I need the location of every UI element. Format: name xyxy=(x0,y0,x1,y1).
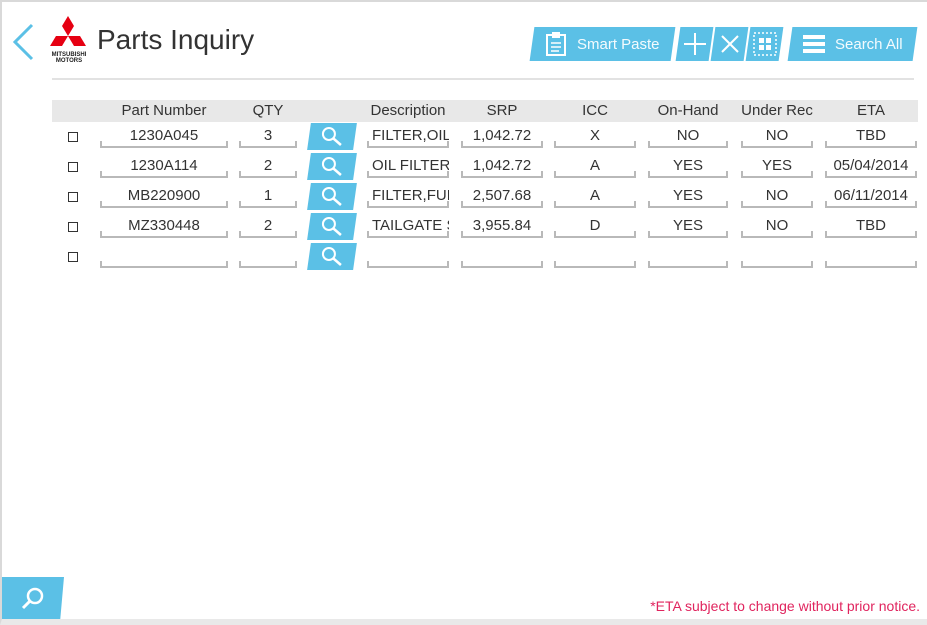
app-frame xyxy=(0,0,927,625)
smart-paste-label: Smart Paste xyxy=(577,35,660,53)
on-hand-field: YES xyxy=(648,156,728,178)
eta-field xyxy=(825,246,917,268)
srp-field: 1,042.72 xyxy=(461,156,543,178)
icc-field: D xyxy=(554,216,636,238)
row-checkbox[interactable] xyxy=(68,252,78,262)
icc-field: X xyxy=(554,126,636,148)
eta-field: 05/04/2014 xyxy=(825,156,917,178)
row-checkbox[interactable] xyxy=(68,222,78,232)
icc-field xyxy=(554,246,636,268)
list-icon xyxy=(802,35,825,53)
column-header-part-number: Part Number xyxy=(121,102,207,119)
row-lookup-button[interactable] xyxy=(307,213,357,240)
row-lookup-button[interactable] xyxy=(307,153,357,180)
srp-field: 2,507.68 xyxy=(461,186,543,208)
qty-field[interactable]: 2 xyxy=(239,216,297,238)
smart-paste-button[interactable]: Smart Paste xyxy=(529,27,676,61)
search-fab-button[interactable] xyxy=(2,577,64,619)
part-number-field[interactable]: MZ330448 xyxy=(100,216,228,238)
clipboard-icon xyxy=(546,32,567,56)
row-lookup-button[interactable] xyxy=(307,123,357,150)
row-lookup-button[interactable] xyxy=(307,243,357,270)
column-header-qty: QTY xyxy=(252,102,284,119)
row-checkbox[interactable] xyxy=(68,132,78,142)
search-icon xyxy=(322,156,342,176)
qty-field[interactable]: 2 xyxy=(239,156,297,178)
part-number-field[interactable]: 1230A045 xyxy=(100,126,228,148)
back-button[interactable] xyxy=(10,22,38,62)
grid-view-button[interactable] xyxy=(745,27,784,61)
on-hand-field xyxy=(648,246,728,268)
grid-icon xyxy=(752,32,777,56)
search-icon xyxy=(322,126,342,146)
eta-footnote: *ETA subject to change without prior not… xyxy=(650,598,920,614)
icc-field: A xyxy=(554,156,636,178)
description-field xyxy=(367,246,449,268)
qty-field[interactable]: 1 xyxy=(239,186,297,208)
part-number-field[interactable]: MB220900 xyxy=(100,186,228,208)
column-header-srp: SRP xyxy=(486,102,518,119)
search-icon xyxy=(322,186,342,206)
chevron-left-icon xyxy=(12,23,34,61)
part-number-field[interactable]: 1230A114 xyxy=(100,156,228,178)
row-checkbox[interactable] xyxy=(68,192,78,202)
description-field: OIL FILTER xyxy=(367,156,449,178)
under-rec-field: NO xyxy=(741,186,813,208)
logo-text: MITSUBISHI MOTORS xyxy=(51,52,87,64)
row-checkbox[interactable] xyxy=(68,162,78,172)
column-header-icc: ICC xyxy=(582,102,608,119)
row-lookup-button[interactable] xyxy=(307,183,357,210)
plus-icon xyxy=(683,33,706,55)
description-field: FILTER,OIL xyxy=(367,126,449,148)
on-hand-field: YES xyxy=(648,186,728,208)
description-field: FILTER,FUEL xyxy=(367,186,449,208)
under-rec-field: YES xyxy=(741,156,813,178)
add-row-button[interactable] xyxy=(675,27,714,61)
description-field: TAILGATE S xyxy=(367,216,449,238)
qty-field[interactable] xyxy=(239,246,297,268)
column-header-description: Description xyxy=(370,102,446,119)
on-hand-field: YES xyxy=(648,216,728,238)
search-icon xyxy=(21,587,44,610)
qty-field[interactable]: 3 xyxy=(239,126,297,148)
search-icon xyxy=(322,216,342,236)
page-title: Parts Inquiry xyxy=(97,24,255,55)
under-rec-field: NO xyxy=(741,216,813,238)
close-icon xyxy=(720,35,739,53)
search-all-label: Search All xyxy=(834,35,903,53)
srp-field: 3,955.84 xyxy=(461,216,543,238)
part-number-field[interactable] xyxy=(100,246,228,268)
search-icon xyxy=(322,246,342,266)
srp-field xyxy=(461,246,543,268)
column-header-eta: ETA xyxy=(856,102,886,119)
under-rec-field: NO xyxy=(741,126,813,148)
icc-field: A xyxy=(554,186,636,208)
eta-field: TBD xyxy=(825,126,917,148)
search-all-button[interactable]: Search All xyxy=(787,27,918,61)
column-header-on-hand: On-Hand xyxy=(657,102,719,119)
clear-button[interactable] xyxy=(710,27,749,61)
header-divider xyxy=(52,78,914,80)
eta-field: 06/11/2014 xyxy=(825,186,917,208)
under-rec-field xyxy=(741,246,813,268)
eta-field: TBD xyxy=(825,216,917,238)
srp-field: 1,042.72 xyxy=(461,126,543,148)
on-hand-field: NO xyxy=(648,126,728,148)
column-header-under-rec: Under Rec xyxy=(741,102,813,119)
